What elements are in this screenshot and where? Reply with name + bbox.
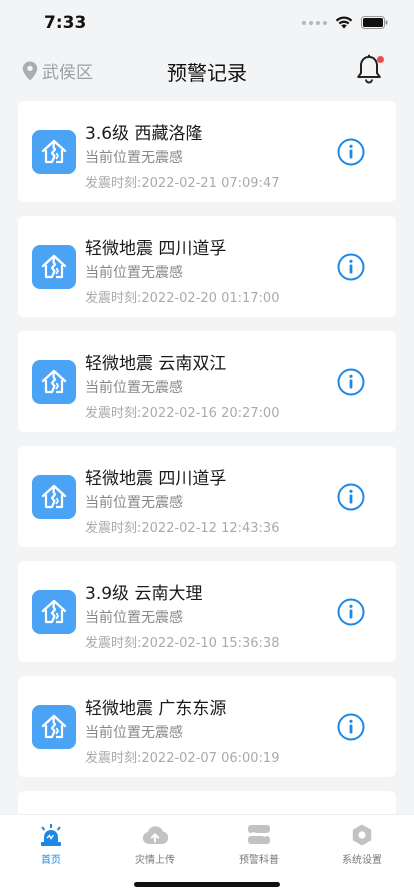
record-time-label: 发震时刻: [85,176,142,191]
record-list: 3.6级 西藏洛隆 当前位置无震感 发震时刻:2022-02-21 07:09:47… [18,101,396,845]
status-icons [302,16,388,29]
quake-house-icon [41,714,67,739]
record-card[interactable]: 3.9级 云南大理 当前位置无震感 发震时刻:2022-02-10 15:36:38 [18,561,396,662]
record-time-value: 2022-02-12 12:43:36 [141,521,280,536]
tab-home-label: 首页 [41,855,61,866]
record-time-label: 发震时刻: [85,636,142,651]
info-icon [337,713,365,741]
record-info-button[interactable] [337,138,365,166]
record-time: 发震时刻:2022-02-10 15:36:38 [85,632,279,651]
record-title: 轻微地震 四川道孚 [85,469,227,489]
record-title: 轻微地震 云南双江 [85,354,227,374]
record-time-label: 发震时刻: [85,751,142,766]
record-time-value: 2022-02-21 07:09:47 [141,176,280,191]
record-time-label: 发震时刻: [85,291,142,306]
record-subtitle: 当前位置无震感 [85,495,183,511]
tab-warning-science[interactable]: 预警科普 [209,823,309,866]
record-card[interactable]: 轻微地震 四川道孚 当前位置无震感 发震时刻:2022-02-20 01:17:00 [18,216,396,317]
tab-bar: 首页 灾情上传 预警科普 系统设置 [0,814,414,896]
record-info-button[interactable] [337,713,365,741]
info-icon [337,138,365,166]
record-card[interactable]: 轻微地震 云南双江 当前位置无震感 发震时刻:2022-02-16 20:27:00 [18,331,396,432]
quake-icon-badge [32,475,76,519]
notification-button[interactable] [356,54,384,84]
record-card[interactable]: 轻微地震 广东东源 当前位置无震感 发震时刻:2022-02-07 06:00:19 [18,676,396,777]
tab-home[interactable]: 首页 [1,823,101,866]
record-time-value: 2022-02-10 15:36:38 [141,636,280,651]
record-time-label: 发震时刻: [85,521,142,536]
record-info-button[interactable] [337,253,365,281]
record-card[interactable]: 3.6级 西藏洛隆 当前位置无震感 发震时刻:2022-02-21 07:09:47 [18,101,396,202]
signal-icon [302,20,327,25]
record-subtitle: 当前位置无震感 [85,265,183,281]
header: 武侯区 预警记录 [0,50,414,90]
info-icon [337,253,365,281]
page-title: 预警记录 [167,61,247,85]
quake-house-icon [41,599,67,624]
record-info-button[interactable] [337,598,365,626]
quake-icon-badge [32,590,76,634]
tab-disaster-upload[interactable]: 灾情上传 [105,823,205,866]
quake-house-icon [41,369,67,394]
record-time-value: 2022-02-07 06:00:19 [141,751,280,766]
alarm-icon [41,824,61,846]
record-time-value: 2022-02-20 01:17:00 [141,291,280,306]
record-info-button[interactable] [337,368,365,396]
tab-warning-science-label: 预警科普 [239,855,279,866]
record-time-label: 发震时刻: [85,406,142,421]
status-bar: 7:33 [0,0,414,46]
record-time: 发震时刻:2022-02-12 12:43:36 [85,517,279,536]
record-title: 3.6级 西藏洛隆 [85,124,203,144]
quake-icon-badge [32,360,76,404]
tab-system-settings[interactable]: 系统设置 [312,823,412,866]
quake-icon-badge [32,130,76,174]
record-title: 轻微地震 广东东源 [85,699,227,719]
record-card[interactable]: 轻微地震 四川道孚 当前位置无震感 发震时刻:2022-02-12 12:43:36 [18,446,396,547]
info-icon [337,368,365,396]
quake-icon-badge [32,705,76,749]
record-time-value: 2022-02-16 20:27:00 [141,406,280,421]
status-time: 7:33 [44,13,87,33]
hexagon-gear-icon [352,824,372,846]
record-time: 发震时刻:2022-02-21 07:09:47 [85,172,279,191]
book-stack-icon [248,825,270,844]
info-icon [337,598,365,626]
home-indicator [134,882,280,887]
quake-house-icon [41,139,67,164]
record-time: 发震时刻:2022-02-16 20:27:00 [85,402,279,421]
quake-icon-badge [32,245,76,289]
record-info-button[interactable] [337,483,365,511]
screen: 7:33 武侯区 预警记录 3.6级 西藏洛隆 当前位置无震感 发震时刻:202… [0,0,414,896]
quake-house-icon [41,484,67,509]
wifi-icon [335,16,353,29]
info-icon [337,483,365,511]
notification-badge [377,56,384,63]
tab-system-settings-label: 系统设置 [342,855,382,866]
cloud-upload-icon [142,826,169,844]
battery-icon [361,16,388,29]
tab-disaster-upload-label: 灾情上传 [135,855,175,866]
quake-house-icon [41,254,67,279]
record-subtitle: 当前位置无震感 [85,610,183,626]
record-subtitle: 当前位置无震感 [85,150,183,166]
record-subtitle: 当前位置无震感 [85,725,183,741]
record-subtitle: 当前位置无震感 [85,380,183,396]
record-time: 发震时刻:2022-02-20 01:17:00 [85,287,279,306]
record-title: 轻微地震 四川道孚 [85,239,227,259]
record-time: 发震时刻:2022-02-07 06:00:19 [85,747,279,766]
record-title: 3.9级 云南大理 [85,584,203,604]
